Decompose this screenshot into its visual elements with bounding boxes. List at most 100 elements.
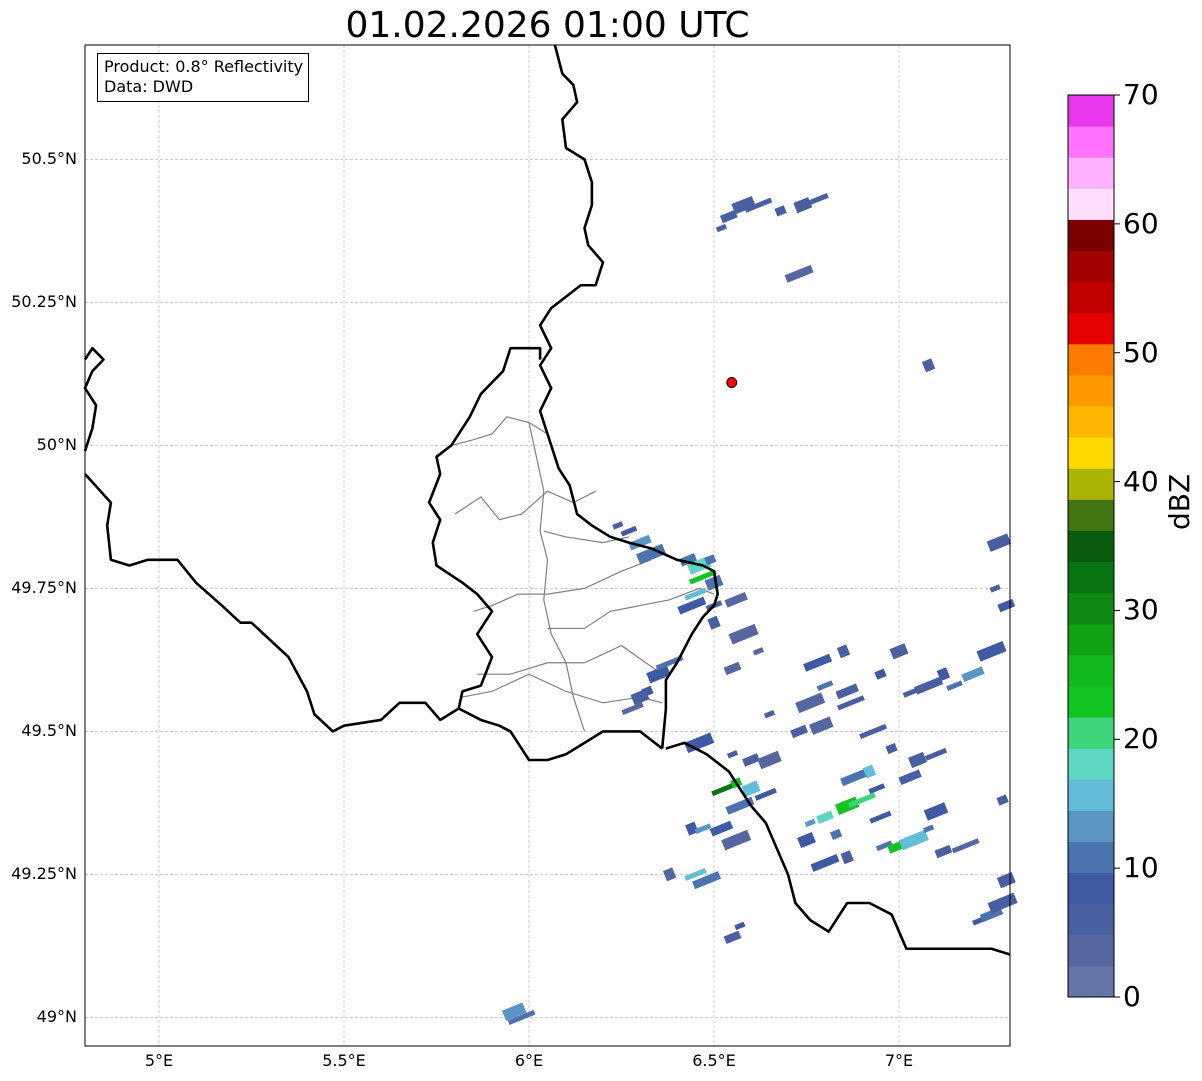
latitude-label: 50.5°N: [21, 149, 77, 169]
radar-echo: [742, 753, 760, 767]
colorbar-segment: [1068, 250, 1114, 283]
radar-map: [83, 44, 1120, 1047]
radar-echo: [810, 854, 840, 872]
radar-echo: [797, 831, 816, 849]
radar-echo: [784, 264, 814, 283]
radar-echo: [723, 930, 742, 945]
colorbar-segment: [1068, 872, 1114, 905]
colorbar-tick-label: 40: [1123, 464, 1159, 498]
colorbar-segment: [1068, 654, 1114, 687]
radar-echo: [874, 668, 887, 680]
colorbar-segment: [1068, 95, 1114, 127]
colorbar-segment: [1068, 530, 1114, 563]
radar-echo: [924, 747, 948, 761]
colorbar-segment: [1068, 157, 1114, 189]
radar-echo: [723, 661, 742, 676]
radar-echo: [620, 525, 638, 537]
radar-echo: [816, 810, 834, 824]
district-boundaries: [451, 416, 715, 732]
radar-echo: [803, 653, 833, 672]
radar-echo: [921, 358, 936, 373]
radar-echo: [836, 644, 851, 659]
latitude-label: 49.5°N: [21, 721, 77, 741]
colorbar-tick-label: 10: [1123, 851, 1159, 885]
radar-site-marker: [726, 376, 738, 388]
radar-echo: [961, 666, 985, 683]
radar-echo: [946, 680, 963, 691]
radar-echo: [809, 716, 834, 735]
colorbar: [1067, 94, 1120, 998]
radar-echo: [923, 802, 949, 821]
colorbar-segment: [1068, 934, 1114, 967]
latitude-label: 49.75°N: [11, 578, 77, 598]
map-frame: [84, 44, 1011, 1047]
radar-echo: [612, 521, 624, 530]
radar-echo: [834, 796, 860, 815]
colorbar-segment: [1068, 188, 1114, 220]
longitude-label: 5.5°E: [322, 1051, 366, 1070]
colorbar-segment: [1068, 592, 1114, 625]
radar-echo: [914, 676, 944, 695]
latitude-label: 50°N: [36, 435, 77, 455]
colorbar-segment: [1068, 779, 1114, 811]
radar-echo: [677, 596, 707, 615]
border-line: [538, 44, 720, 749]
radar-echo: [835, 683, 859, 700]
colorbar-segment: [1068, 499, 1114, 531]
colorbar-segment: [1068, 965, 1114, 998]
colorbar-tick-label: 30: [1123, 593, 1159, 627]
radar-echo: [997, 598, 1016, 613]
latitude-label: 49.25°N: [11, 864, 77, 884]
radar-echo: [885, 742, 898, 755]
colorbar-segment: [1068, 343, 1114, 376]
colorbar-label: dBZ: [1163, 473, 1196, 530]
colorbar-tick-label: 60: [1123, 206, 1159, 240]
product-info-box: Product: 0.8° Reflectivity Data: DWD: [97, 53, 310, 102]
data-source-text: Data: DWD: [104, 77, 194, 96]
radar-echo: [976, 640, 1007, 662]
radar-echo: [662, 867, 677, 882]
radar-echo: [709, 820, 734, 837]
grid-lines: [85, 45, 1010, 1046]
radar-echo: [986, 533, 1012, 552]
colorbar-segment: [1068, 219, 1114, 252]
colorbar-segment: [1068, 748, 1114, 780]
radar-echo: [806, 193, 829, 206]
radar-echo: [987, 892, 1018, 914]
radar-echo: [889, 643, 909, 660]
district-line: [477, 644, 663, 675]
colorbar-segment: [1068, 374, 1114, 407]
radar-echo: [752, 647, 764, 656]
border-line: [84, 473, 460, 733]
colorbar-segment: [1068, 468, 1114, 500]
district-line: [473, 559, 652, 612]
radar-echo: [763, 710, 776, 719]
radar-echo: [898, 769, 922, 785]
radar-echo: [724, 592, 748, 608]
radar-echo: [989, 584, 1001, 593]
radar-echo: [829, 828, 843, 840]
colorbar-segment: [1068, 841, 1114, 874]
colorbar-segment: [1068, 685, 1114, 718]
border-line: [83, 346, 105, 452]
radar-echo: [996, 794, 1009, 806]
radar-echoes: [501, 193, 1018, 1025]
radar-echo: [816, 680, 834, 691]
radar-echo: [840, 850, 854, 865]
radar-echo: [869, 810, 892, 824]
colorbar-segment: [1068, 406, 1114, 438]
radar-echo: [934, 844, 953, 859]
radar-echo: [951, 838, 980, 854]
radar-echo: [694, 823, 712, 834]
radar-echo: [621, 702, 644, 715]
colorbar-segment: [1068, 561, 1114, 594]
latitude-label: 49°N: [36, 1007, 77, 1027]
district-line: [528, 422, 586, 732]
radar-echo: [804, 818, 816, 828]
colorbar-tick-label: 20: [1123, 722, 1159, 756]
district-line: [543, 530, 630, 544]
radar-echo: [721, 829, 752, 851]
radar-site-dot: [726, 376, 738, 388]
colorbar-tick-label: 70: [1123, 78, 1159, 111]
colorbar-tick-label: 0: [1123, 980, 1141, 1013]
